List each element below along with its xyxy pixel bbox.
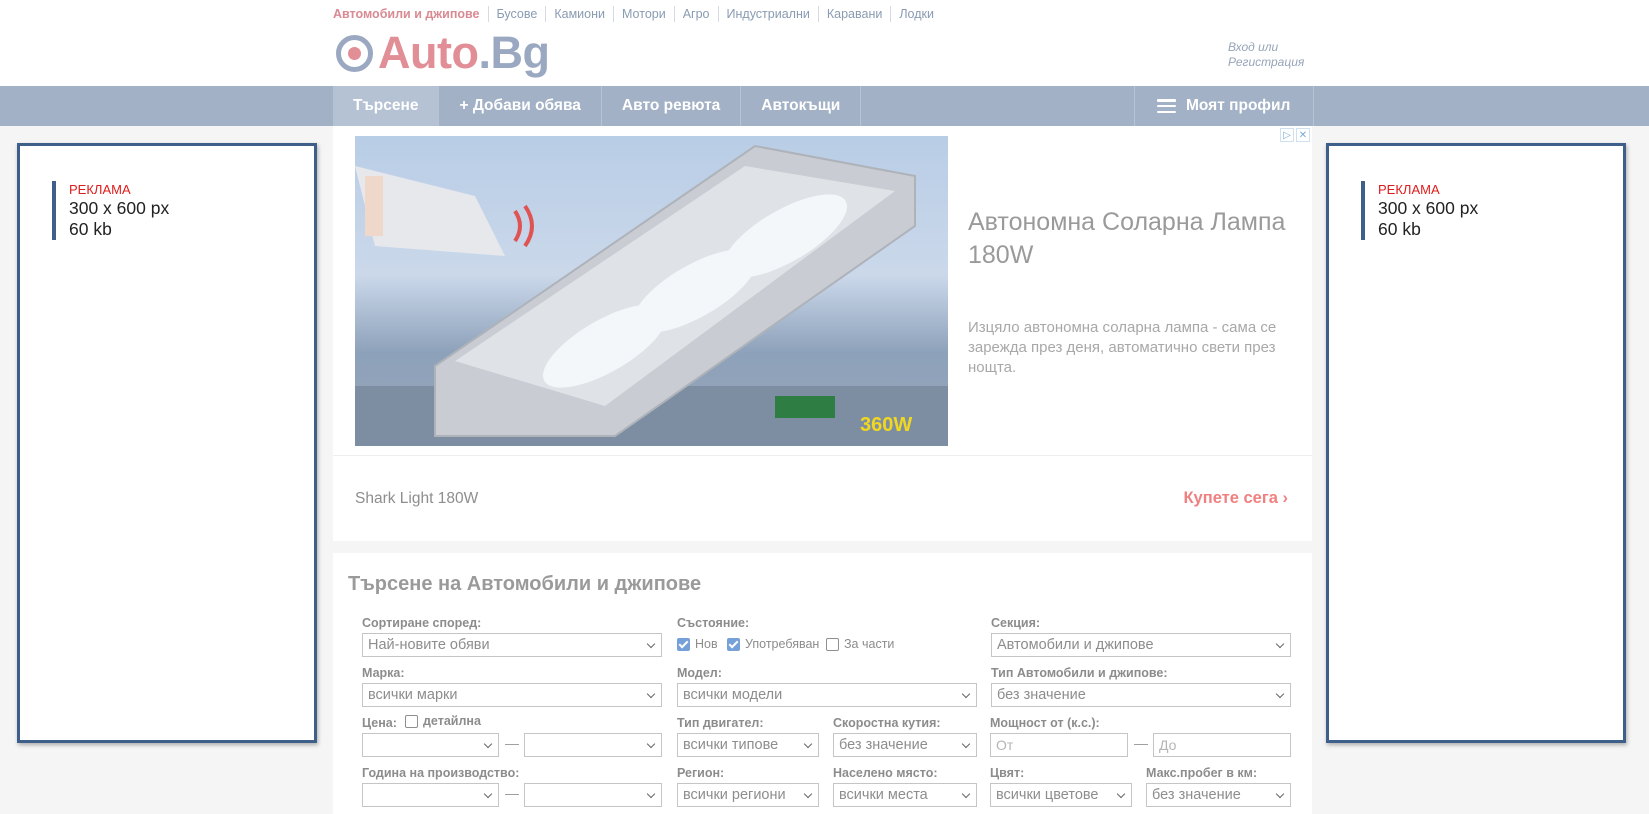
register-link[interactable]: Регистрация: [1228, 55, 1304, 70]
site-logo[interactable]: Auto.Bg: [336, 27, 550, 78]
category-links: Автомобили и джипове Бусове Камиони Мото…: [333, 6, 942, 22]
left-ad-banner[interactable]: РЕКЛАМА 300 x 600 px 60 kb: [17, 143, 317, 743]
place-select[interactable]: всички места: [833, 783, 977, 807]
category-link-trucks[interactable]: Камиони: [545, 6, 613, 22]
range-dash: —: [505, 785, 519, 801]
ad-size: 300 x 600 px: [1378, 198, 1479, 218]
promo-title[interactable]: Автономна Соларна Лампа 180W: [968, 206, 1288, 272]
engine-label: Тип двигател:: [677, 716, 764, 730]
ad-label: РЕКЛАМА: [69, 182, 131, 197]
profile-label: Моят профил: [1186, 97, 1291, 114]
range-dash: —: [1134, 735, 1148, 751]
section-select[interactable]: Автомобили и джипове: [991, 633, 1291, 657]
logo-text: Auto.Bg: [378, 27, 550, 78]
category-link-caravans[interactable]: Каравани: [817, 6, 890, 22]
condition-label: Състояние:: [677, 616, 750, 630]
checkbox-empty-icon: [826, 637, 839, 651]
region-label: Регион:: [677, 766, 725, 780]
category-link-agro[interactable]: Агро: [673, 6, 718, 22]
mileage-label: Макс.пробег в км:: [1146, 766, 1258, 780]
model-select[interactable]: всички модели: [677, 683, 977, 707]
top-header: Автомобили и джипове Бусове Камиони Мото…: [0, 0, 1649, 86]
color-label: Цвят:: [990, 766, 1025, 780]
condition-new-checkbox[interactable]: Нов: [677, 637, 718, 651]
price-to-select[interactable]: [524, 733, 662, 757]
nav-my-profile[interactable]: Моят профил: [1134, 86, 1314, 126]
nav-search[interactable]: Търсене: [333, 86, 440, 126]
login-links: Вход или Регистрация: [1228, 40, 1304, 70]
range-dash: —: [505, 735, 519, 751]
condition-parts-checkbox[interactable]: За части: [826, 637, 894, 651]
login-link[interactable]: Вход или: [1228, 40, 1304, 55]
category-link-cars[interactable]: Автомобили и джипове: [333, 6, 488, 22]
type-select[interactable]: без значение: [991, 683, 1291, 707]
power-to-input[interactable]: До: [1153, 733, 1291, 757]
promo-divider: [333, 455, 1312, 456]
category-link-motorcycles[interactable]: Мотори: [613, 6, 674, 22]
category-link-industrial[interactable]: Индустриални: [717, 6, 818, 22]
promo-buy-button[interactable]: Купете сега ›: [1183, 489, 1288, 508]
svg-text:360W: 360W: [860, 414, 912, 436]
search-title: Търсене на Автомобили и джипове: [348, 573, 702, 595]
checkbox-empty-icon: [405, 714, 418, 728]
nav-auto-reviews[interactable]: Авто ревюта: [602, 86, 742, 126]
year-label: Година на производство:: [362, 766, 520, 780]
promo-description: Изцяло автономна соларна лампа - сама се…: [968, 319, 1277, 376]
condition-used-checkbox[interactable]: Употребяван: [727, 637, 819, 651]
make-label: Марка:: [362, 666, 405, 680]
make-select[interactable]: всички марки: [362, 683, 662, 707]
ad-label: РЕКЛАМА: [1378, 182, 1440, 197]
promo-image[interactable]: 360W: [355, 136, 948, 446]
gearbox-select[interactable]: без значение: [833, 733, 977, 757]
sort-label: Сортиране според:: [362, 616, 482, 630]
section-label: Секция:: [991, 616, 1041, 630]
promo-ad[interactable]: ▷ ✕ 360W Автономна Соларна Лампа 180W Из…: [333, 126, 1312, 541]
ad-size: 300 x 600 px: [69, 198, 170, 218]
solar-lamp-image: 360W: [355, 144, 948, 446]
ad-weight: 60 kb: [1378, 219, 1421, 239]
logo-target-icon: [336, 34, 373, 72]
mileage-select[interactable]: без значение: [1146, 783, 1291, 807]
power-label: Мощност от (к.с.):: [990, 716, 1100, 730]
price-detailed-checkbox[interactable]: детайлна: [405, 714, 481, 728]
ad-close-icon[interactable]: ✕: [1296, 128, 1310, 142]
category-link-boats[interactable]: Лодки: [890, 6, 942, 22]
chevron-right-icon: ›: [1282, 489, 1289, 507]
price-from-select[interactable]: [362, 733, 499, 757]
price-label: Цена:: [362, 716, 397, 730]
right-ad-banner[interactable]: РЕКЛАМА 300 x 600 px 60 kb: [1326, 143, 1626, 743]
year-to-select[interactable]: [524, 783, 662, 807]
nav-dealers[interactable]: Автокъщи: [741, 86, 862, 126]
checkbox-checked-icon: [727, 637, 740, 651]
sort-select[interactable]: Най-новите обяви: [362, 633, 662, 657]
ad-weight: 60 kb: [69, 219, 112, 239]
ad-choices: ▷ ✕: [1280, 128, 1310, 142]
engine-select[interactable]: всички типове: [677, 733, 819, 757]
power-from-input[interactable]: От: [990, 733, 1128, 757]
ad-choices-icon[interactable]: ▷: [1280, 128, 1294, 142]
category-link-vans[interactable]: Бусове: [487, 6, 546, 22]
promo-brand: Shark Light 180W: [355, 490, 479, 507]
place-label: Населено място:: [833, 766, 938, 780]
region-select[interactable]: всички региони: [677, 783, 819, 807]
type-label: Тип Автомобили и джипове:: [991, 666, 1168, 680]
menu-icon: [1157, 99, 1176, 113]
search-panel: Търсене на Автомобили и джипове Сортиран…: [333, 553, 1312, 814]
nav-add-listing[interactable]: + Добави обява: [439, 86, 602, 126]
color-select[interactable]: всички цветове: [990, 783, 1132, 807]
year-from-select[interactable]: [362, 783, 499, 807]
gearbox-label: Скоростна кутия:: [833, 716, 941, 730]
model-label: Модел:: [677, 666, 722, 680]
checkbox-checked-icon: [677, 637, 690, 651]
main-navbar: Търсене + Добави обява Авто ревюта Авток…: [0, 86, 1649, 126]
